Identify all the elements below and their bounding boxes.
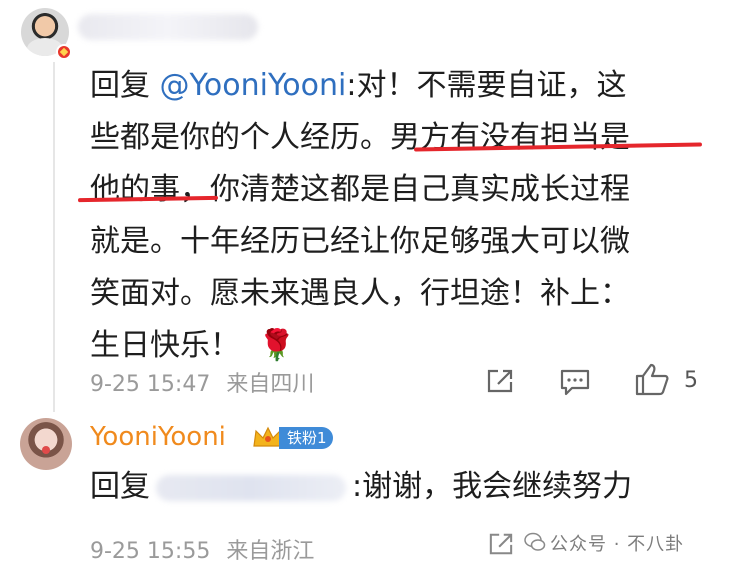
like-icon[interactable] (634, 362, 670, 396)
comment-meta: 9-25 15:47 来自四川 (90, 366, 330, 398)
reply-body: 回复 :谢谢，我会继续努力 (90, 463, 632, 511)
comment-line-3: 他的事，你清楚这都是自己真实成长过程 (90, 172, 630, 207)
reply-prefix: 回复 (90, 469, 150, 504)
reply-location: 来自浙江 (226, 539, 315, 564)
reply-meta: 9-25 15:55 来自浙江 (90, 533, 330, 565)
comment-line-5: 笑面对。愿未来遇良人，行坦途！补上： (90, 276, 630, 311)
comment-line-4: 就是。十年经历已经让你足够强大可以微 (90, 224, 630, 259)
comment-icon[interactable] (560, 368, 590, 396)
fan-level-badge: 铁粉1 (279, 427, 333, 449)
reply-prefix: 回复 (90, 68, 150, 103)
comment-line-1: 回复 @YooniYooni:对！不需要自证，这 (90, 60, 710, 112)
rose-emoji: 🌹 (258, 328, 296, 363)
comment-body: 回复 @YooniYooni:对！不需要自证，这 些都是你的个人经历。男方有没有… (90, 60, 710, 372)
watermark-text: 公众号 · 不八卦 (550, 534, 685, 555)
comment-line-text: 生日快乐！ (90, 328, 240, 363)
thread-line (53, 62, 55, 412)
wechat-logo-icon (524, 532, 546, 551)
comment-date: 9-25 15:47 (90, 372, 211, 397)
reply-avatar[interactable] (20, 418, 72, 470)
comment-line-text: :对！不需要自证，这 (346, 68, 627, 103)
comment-line-2: 些都是你的个人经历。男方有没有担当是 (90, 120, 630, 155)
share-icon[interactable] (486, 368, 514, 394)
blurred-username (78, 14, 258, 40)
mention-link[interactable]: @YooniYooni (160, 68, 347, 103)
comment-line-6: 生日快乐！ 🌹 (90, 320, 710, 372)
comment-location: 来自四川 (226, 372, 315, 397)
reply-date: 9-25 15:55 (90, 539, 211, 564)
blurred-username (156, 474, 346, 501)
verified-badge-icon (56, 44, 72, 60)
like-count: 5 (684, 368, 698, 393)
reply-text: :谢谢，我会继续努力 (352, 469, 633, 504)
reply-username[interactable]: YooniYooni (90, 422, 226, 452)
share-icon[interactable] (488, 532, 514, 556)
